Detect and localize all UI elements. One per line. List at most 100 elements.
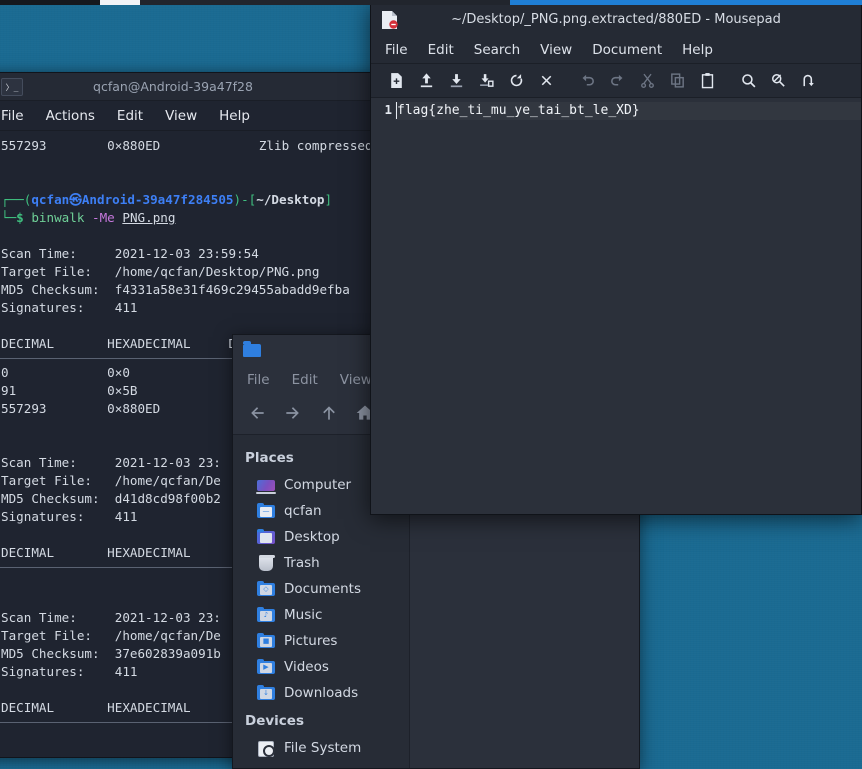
sidebar-item-file-system[interactable]: File System — [233, 735, 409, 761]
terminal-line: └─$ binwalk -Me PNG.png — [1, 209, 377, 227]
terminal-title: qcfan@Android-39a47f28 — [93, 79, 253, 94]
mp-menu-edit[interactable]: Edit — [428, 42, 454, 58]
mousepad-window[interactable]: ~/Desktop/_PNG.png.extracted/880ED - Mou… — [370, 2, 862, 515]
fm-menu-view[interactable]: View — [340, 372, 372, 388]
fm-menu-file[interactable]: File — [247, 372, 270, 388]
terminal-line: Signatures: 411 — [1, 299, 377, 317]
sidebar-item-label: Documents — [284, 581, 361, 597]
terminal-text: Target File: /home/qcfan/De — [1, 473, 221, 488]
sidebar-item-trash[interactable]: Trash — [233, 550, 409, 576]
terminal-text: 557293 — [1, 138, 47, 153]
sidebar-item-label: Pictures — [284, 633, 338, 649]
sidebar-item-pictures[interactable]: ■ Pictures — [233, 628, 409, 654]
sidebar-item-downloads[interactable]: ↓ Downloads — [233, 680, 409, 706]
mp-menu-file[interactable]: File — [385, 42, 408, 58]
sidebar-item-label: Desktop — [284, 529, 340, 545]
mp-menu-search[interactable]: Search — [474, 42, 520, 58]
up-icon[interactable] — [319, 403, 339, 427]
paste-icon[interactable] — [692, 67, 722, 95]
sidebar-item-documents[interactable]: ◇ Documents — [233, 576, 409, 602]
mousepad-menubar[interactable]: File Edit Search View Document Help — [371, 36, 861, 64]
trash-icon — [257, 554, 275, 571]
close-icon[interactable] — [531, 67, 561, 95]
text-caret — [396, 102, 397, 119]
mousepad-titlebar[interactable]: ~/Desktop/_PNG.png.extracted/880ED - Mou… — [371, 3, 861, 36]
save-as-icon[interactable] — [471, 67, 501, 95]
terminal-text: Scan Time: 2021-12-03 23:59:54 — [1, 246, 259, 261]
sidebar-item-label: Videos — [284, 659, 329, 675]
save-file-icon[interactable] — [441, 67, 471, 95]
mp-menu-document[interactable]: Document — [592, 42, 662, 58]
terminal-text: MD5 Checksum: 37e602839a091b — [1, 646, 221, 661]
terminal-text: Signatures: 411 — [1, 664, 138, 679]
sidebar-item-label: Trash — [284, 555, 320, 571]
sidebar-item-desktop[interactable]: Desktop — [233, 524, 409, 550]
sidebar-group-network: Network — [233, 761, 409, 768]
open-file-icon[interactable] — [411, 67, 441, 95]
panel-segment-left — [0, 0, 100, 5]
terminal-line: Scan Time: 2021-12-03 23:59:54 — [1, 245, 377, 263]
undo-icon[interactable] — [572, 67, 602, 95]
terminal-text: -Me — [92, 210, 123, 225]
panel-segment-tasks — [140, 0, 510, 5]
mousepad-title: ~/Desktop/_PNG.png.extracted/880ED - Mou… — [451, 12, 781, 27]
terminal-text: ] — [324, 192, 333, 207]
terminal-menu-actions[interactable]: Actions — [46, 108, 95, 124]
computer-icon — [256, 480, 276, 494]
terminal-menubar[interactable]: File Actions Edit View Help — [0, 101, 377, 131]
jump-to-icon[interactable] — [793, 67, 823, 95]
find-replace-icon[interactable] — [763, 67, 793, 95]
terminal-titlebar[interactable]: 〉_ qcfan@Android-39a47f28 — [0, 73, 377, 101]
terminal-menu-view[interactable]: View — [165, 108, 197, 124]
reload-icon[interactable] — [501, 67, 531, 95]
mousepad-icon — [381, 10, 398, 30]
terminal-menu-help[interactable]: Help — [219, 108, 250, 124]
terminal-text: MD5 Checksum: f4331a58e31f469c29455abadd… — [1, 282, 350, 297]
fm-menu-edit[interactable]: Edit — [292, 372, 318, 388]
terminal-menu-edit[interactable]: Edit — [117, 108, 143, 124]
text-area[interactable]: flag{zhe_ti_mu_ye_tai_bt_le_XD} — [395, 98, 861, 514]
sidebar-item-music[interactable]: ♪ Music — [233, 602, 409, 628]
terminal-text: binwalk — [31, 210, 93, 225]
terminal-text: DECIMAL HEXADECIMAL — [1, 545, 191, 560]
home-folder-icon: — — [257, 503, 275, 518]
redo-icon[interactable] — [602, 67, 632, 95]
forward-icon[interactable] — [283, 403, 303, 427]
folder-icon — [243, 340, 261, 357]
terminal-text: Target File: /home/qcfan/De — [1, 628, 221, 643]
mousepad-editor[interactable]: 1 flag{zhe_ti_mu_ye_tai_bt_le_XD} — [371, 98, 861, 514]
top-panel[interactable] — [0, 0, 862, 5]
copy-icon[interactable] — [662, 67, 692, 95]
sidebar-group-devices: Devices — [245, 713, 304, 729]
sidebar-item-label: Downloads — [284, 685, 359, 701]
sidebar-item-videos[interactable]: ▶ Videos — [233, 654, 409, 680]
back-icon[interactable] — [247, 403, 267, 427]
terminal-text: Signatures: 411 — [1, 509, 138, 524]
terminal-text: Zlib compressed — [258, 138, 373, 153]
documents-folder-icon: ◇ — [257, 581, 275, 596]
terminal-text: └─ — [1, 210, 17, 225]
terminal-icon[interactable]: 〉_ — [1, 78, 23, 96]
terminal-text: 91 0×5B — [1, 383, 138, 398]
terminal-text: qcfan㉿Android-39a47f284505 — [31, 192, 234, 207]
new-document-icon[interactable] — [381, 67, 411, 95]
terminal-menu-file[interactable]: File — [1, 108, 24, 124]
terminal-text: Scan Time: 2021-12-03 23: — [1, 455, 221, 470]
terminal-text: $ — [16, 210, 32, 225]
terminal-text: PNG.png — [122, 210, 176, 225]
mp-menu-help[interactable]: Help — [682, 42, 713, 58]
terminal-line: Target File: /home/qcfan/Desktop/PNG.png — [1, 263, 377, 281]
mp-menu-view[interactable]: View — [540, 42, 572, 58]
cut-icon[interactable] — [632, 67, 662, 95]
line-number-gutter: 1 — [371, 98, 395, 514]
find-icon[interactable] — [733, 67, 763, 95]
music-folder-icon: ♪ — [257, 607, 275, 622]
drive-icon — [257, 740, 275, 757]
sidebar-item-label: File System — [284, 740, 362, 756]
mousepad-toolbar[interactable] — [371, 64, 861, 98]
sidebar-item-label: qcfan — [284, 503, 322, 519]
